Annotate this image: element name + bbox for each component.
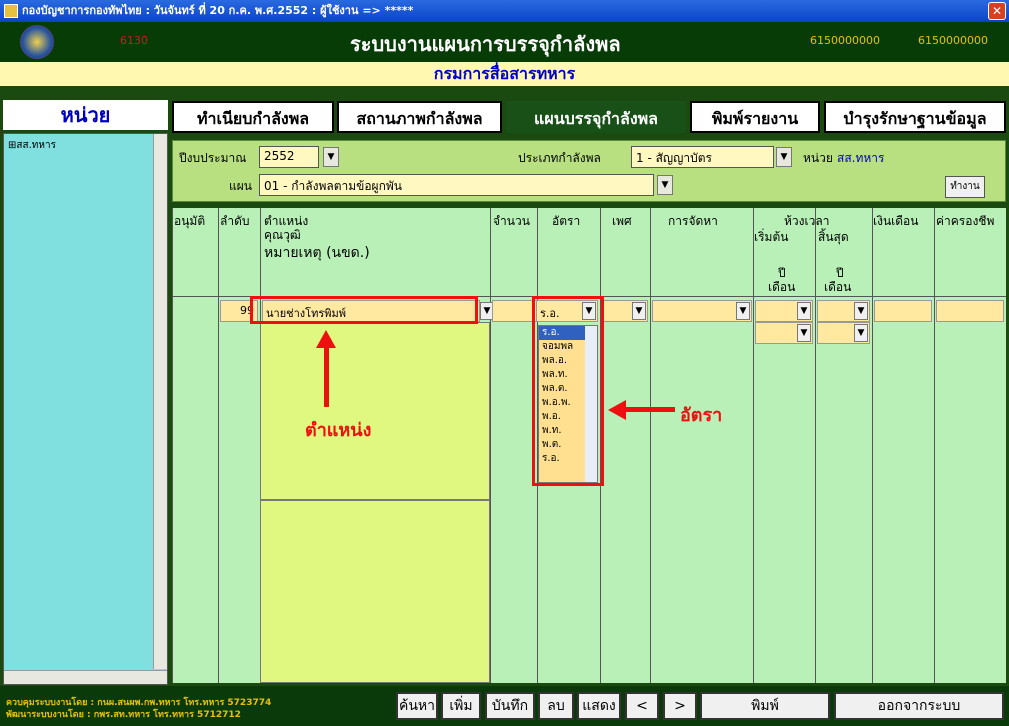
header-rate: อัตรา (552, 214, 581, 228)
chevron-down-icon[interactable]: ▼ (854, 302, 868, 320)
tree-hscrollbar[interactable] (4, 670, 167, 684)
chevron-down-icon[interactable]: ▼ (854, 324, 868, 342)
previous-button[interactable]: < (625, 692, 659, 720)
unit-panel-title: หน่วย (3, 100, 168, 130)
note-textarea[interactable] (260, 500, 490, 683)
personnel-type-select[interactable]: 1 - สัญญาบัตร (631, 146, 774, 168)
add-button[interactable]: เพิ่ม (441, 692, 481, 720)
tab-staffing-plan[interactable]: แผนบรรจุกำลังพล (506, 101, 686, 133)
chevron-down-icon[interactable]: ▼ (797, 324, 811, 342)
qualification-textarea[interactable] (260, 322, 490, 500)
year-label: ปีงบประมาณ (179, 151, 247, 165)
exit-button[interactable]: ออกจากระบบ (834, 692, 1004, 720)
tree-item[interactable]: ⊞สส.ทหาร (8, 138, 56, 153)
header-approve: อนุมัติ (174, 214, 206, 228)
department-title: กรมการสื่อสารทหาร (0, 62, 1009, 86)
next-button[interactable]: > (663, 692, 697, 720)
salary-input[interactable] (874, 300, 932, 322)
filter-panel: ปีงบประมาณ 2552 ▼ ประเภทกำลังพล 1 - สัญญ… (172, 140, 1006, 202)
print-button[interactable]: พิมพ์ (700, 692, 830, 720)
app-title: ระบบงานแผนการบรรจุกำลังพล (350, 32, 621, 56)
header-note: หมายเหตุ (นขด.) (264, 245, 370, 261)
show-button[interactable]: แสดง (577, 692, 621, 720)
tree-vscrollbar[interactable] (153, 134, 167, 669)
unit-tree[interactable]: ⊞สส.ทหาร (3, 133, 168, 685)
highlight-position (250, 296, 478, 324)
logo-icon (20, 25, 54, 59)
unit-value: สส.ทหาร (837, 151, 885, 165)
highlight-rate (532, 296, 604, 486)
annotation-rate: อัตรา (680, 405, 723, 426)
chevron-down-icon[interactable]: ▼ (632, 302, 646, 320)
annotation-position: ตำแหน่ง (305, 420, 372, 441)
arrow-shaft (324, 345, 329, 407)
header-order: ลำดับ (220, 214, 250, 228)
year-select[interactable]: 2552 (259, 146, 319, 168)
chevron-down-icon[interactable]: ▼ (323, 147, 339, 167)
header-salary: เงินเดือน (873, 214, 919, 228)
header-end: สิ้นสุด (818, 230, 849, 244)
search-button[interactable]: ค้นหา (396, 692, 438, 720)
plan-label: แผน (229, 179, 252, 193)
save-button[interactable]: บันทึก (485, 692, 535, 720)
tab-personnel-directory[interactable]: ทำเนียบกำลังพล (172, 101, 334, 133)
tab-print-report[interactable]: พิมพ์รายงาน (690, 101, 820, 133)
unit-label: หน่วย (803, 151, 833, 165)
header-start: เริ่มต้น (754, 230, 789, 244)
arrow-shaft (625, 407, 675, 412)
tab-personnel-status[interactable]: สถานภาพกำลังพล (337, 101, 502, 133)
header-count: จำนวน (493, 214, 530, 228)
header-start-month: เดือน (768, 280, 796, 294)
footer-develop-text: พัฒนาระบบงานโดย : กพร.สท.ทหาร โทร.ทหาร 5… (6, 710, 241, 720)
personnel-type-label: ประเภทกำลังพล (518, 151, 601, 165)
header-procurement: การจัดหา (668, 214, 718, 228)
header-end-month: เดือน (824, 280, 852, 294)
tab-database-maintenance[interactable]: บำรุงรักษาฐานข้อมูล (824, 101, 1006, 133)
plan-select[interactable]: 01 - กำลังพลตามข้อผูกพัน (259, 174, 654, 196)
window-title: กองบัญชาการกองทัพไทย : วันจันทร์ ที่ 20 … (22, 4, 414, 17)
header-cost-of-living: ค่าครองชีพ (936, 214, 995, 228)
chevron-down-icon[interactable]: ▼ (776, 147, 792, 167)
delete-button[interactable]: ลบ (538, 692, 574, 720)
header-code: 6130 (120, 34, 148, 47)
footer: ควบคุมระบบงานโดย : กนผ.สนผพ.กพ.ทหาร โทร.… (0, 686, 1009, 726)
header-number-2: 6150000000 (918, 34, 988, 47)
app-header: 6130 ระบบงานแผนการบรรจุกำลังพล 615000000… (0, 22, 1009, 62)
app-icon (4, 4, 18, 18)
header-sex: เพศ (612, 214, 632, 228)
header-number-1: 6150000000 (810, 34, 880, 47)
chevron-down-icon[interactable]: ▼ (657, 175, 673, 195)
run-button[interactable]: ทำงาน (945, 176, 985, 198)
chevron-down-icon[interactable]: ▼ (736, 302, 750, 320)
cost-of-living-input[interactable] (936, 300, 1004, 322)
title-bar: กองบัญชาการกองทัพไทย : วันจันทร์ ที่ 20 … (0, 0, 1009, 22)
chevron-down-icon[interactable]: ▼ (797, 302, 811, 320)
close-button[interactable]: ✕ (988, 2, 1006, 20)
arrow-left-icon (608, 400, 626, 420)
